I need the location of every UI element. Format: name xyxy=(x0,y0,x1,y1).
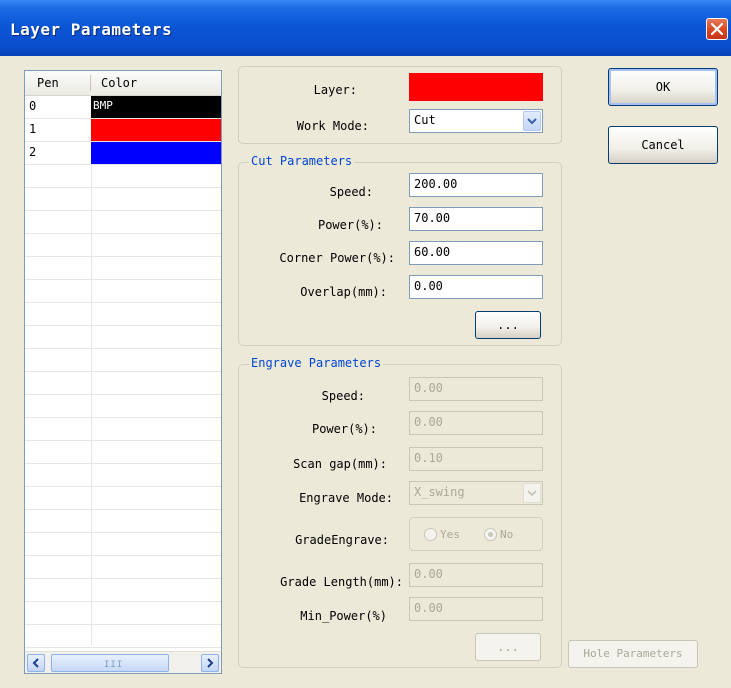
header-divider xyxy=(90,75,91,91)
scan-gap-label: Scan gap(mm): xyxy=(293,457,387,471)
list-row-empty xyxy=(25,395,221,418)
layer-parameters-dialog: Layer Parameters Pen Color 0 BMP 1 2 III… xyxy=(0,0,731,688)
layer-color-swatch[interactable] xyxy=(409,73,543,101)
color-swatch-blue xyxy=(91,142,221,164)
hole-parameters-button[interactable]: Hole Parameters xyxy=(568,640,698,668)
engrave-mode-value: X_swing xyxy=(414,485,465,499)
color-swatch-black: BMP xyxy=(91,96,221,118)
list-row-empty xyxy=(25,372,221,395)
swatch-label: BMP xyxy=(93,99,113,112)
scroll-thumb[interactable]: III xyxy=(51,654,169,672)
list-row-empty xyxy=(25,510,221,533)
grade-yes-label: Yes xyxy=(440,528,460,541)
list-row-empty xyxy=(25,211,221,234)
grade-engrave-radio-group: Yes No xyxy=(409,517,543,551)
scroll-right-button[interactable] xyxy=(201,654,219,672)
header-color[interactable]: Color xyxy=(101,71,137,95)
list-row-empty xyxy=(25,533,221,556)
list-row-pen-1[interactable]: 1 xyxy=(25,119,221,142)
engrave-power-label: Power(%): xyxy=(311,422,377,436)
dropdown-button[interactable] xyxy=(523,483,541,503)
list-row-empty xyxy=(25,418,221,441)
scan-gap-input[interactable]: 0.10 xyxy=(409,447,543,471)
cancel-button[interactable]: Cancel xyxy=(608,126,718,164)
cut-parameters-legend: Cut Parameters xyxy=(249,154,355,168)
cut-speed-label: Speed: xyxy=(329,185,373,199)
cut-parameters-group: Cut Parameters Speed: 200.00 Power(%): 7… xyxy=(238,154,562,346)
window-title: Layer Parameters xyxy=(10,20,173,39)
grade-length-input[interactable]: 0.00 xyxy=(409,563,543,587)
work-mode-select[interactable]: Cut xyxy=(409,109,543,133)
pen-number: 2 xyxy=(29,145,37,159)
engrave-mode-select[interactable]: X_swing xyxy=(409,481,543,505)
min-power-input[interactable]: 0.00 xyxy=(409,597,543,621)
list-row-empty xyxy=(25,303,221,326)
header-pen[interactable]: Pen xyxy=(37,71,59,95)
list-row-empty xyxy=(25,441,221,464)
cut-speed-input[interactable]: 200.00 xyxy=(409,173,543,197)
cut-more-button[interactable]: ... xyxy=(475,311,541,339)
close-button[interactable] xyxy=(706,18,728,40)
engrave-speed-label: Speed: xyxy=(321,389,365,403)
engrave-power-input[interactable]: 0.00 xyxy=(409,411,543,435)
grade-no-radio[interactable] xyxy=(484,528,497,541)
scroll-grip: III xyxy=(104,660,124,670)
pen-color-list[interactable]: Pen Color 0 BMP 1 2 III xyxy=(24,70,222,674)
list-header: Pen Color xyxy=(25,71,221,96)
corner-power-label: Corner Power(%): xyxy=(279,251,395,265)
engrave-parameters-group: Engrave Parameters Speed: 0.00 Power(%):… xyxy=(238,356,562,668)
engrave-mode-label: Engrave Mode: xyxy=(299,491,393,505)
grade-no-label: No xyxy=(500,528,514,541)
title-bar[interactable]: Layer Parameters xyxy=(0,0,731,56)
chevron-down-icon xyxy=(527,490,537,497)
list-row-pen-0[interactable]: 0 BMP xyxy=(25,96,221,119)
work-mode-label: Work Mode: xyxy=(296,119,369,133)
chevron-left-icon xyxy=(32,658,39,668)
list-row-empty xyxy=(25,556,221,579)
list-row-empty xyxy=(25,464,221,487)
list-row-empty xyxy=(25,326,221,349)
engrave-more-button[interactable]: ... xyxy=(475,633,541,661)
pen-number: 1 xyxy=(29,122,37,136)
layer-panel: Layer: Work Mode: Cut xyxy=(238,66,562,144)
ok-button[interactable]: OK xyxy=(608,68,718,106)
list-row-empty xyxy=(25,487,221,510)
list-row-empty xyxy=(25,349,221,372)
layer-label: Layer: xyxy=(313,83,357,97)
overlap-input[interactable]: 0.00 xyxy=(409,275,543,299)
horizontal-scrollbar[interactable]: III xyxy=(25,651,221,673)
grade-yes-radio[interactable] xyxy=(424,528,437,541)
radio-selected-dot xyxy=(488,532,493,537)
list-row-empty xyxy=(25,165,221,188)
list-row-pen-2[interactable]: 2 xyxy=(25,142,221,165)
list-row-empty xyxy=(25,625,221,648)
engrave-parameters-legend: Engrave Parameters xyxy=(249,356,384,370)
chevron-right-icon xyxy=(207,658,214,668)
pen-number: 0 xyxy=(29,99,37,113)
scroll-left-button[interactable] xyxy=(27,654,45,672)
list-row-empty xyxy=(25,579,221,602)
min-power-label: Min_Power(%) xyxy=(300,609,387,623)
list-row-empty xyxy=(25,602,221,625)
grade-engrave-label: GradeEngrave: xyxy=(295,533,389,547)
overlap-label: Overlap(mm): xyxy=(300,285,387,299)
work-mode-value: Cut xyxy=(414,113,436,127)
dropdown-button[interactable] xyxy=(523,111,541,131)
list-row-empty xyxy=(25,280,221,303)
close-icon xyxy=(711,23,723,35)
cut-power-input[interactable]: 70.00 xyxy=(409,207,543,231)
corner-power-input[interactable]: 60.00 xyxy=(409,241,543,265)
list-row-empty xyxy=(25,234,221,257)
color-swatch-red xyxy=(91,119,221,141)
list-row-empty xyxy=(25,188,221,211)
list-row-empty xyxy=(25,257,221,280)
engrave-speed-input[interactable]: 0.00 xyxy=(409,377,543,401)
grade-length-label: Grade Length(mm): xyxy=(280,575,403,589)
cut-power-label: Power(%): xyxy=(317,218,383,232)
chevron-down-icon xyxy=(527,118,537,125)
